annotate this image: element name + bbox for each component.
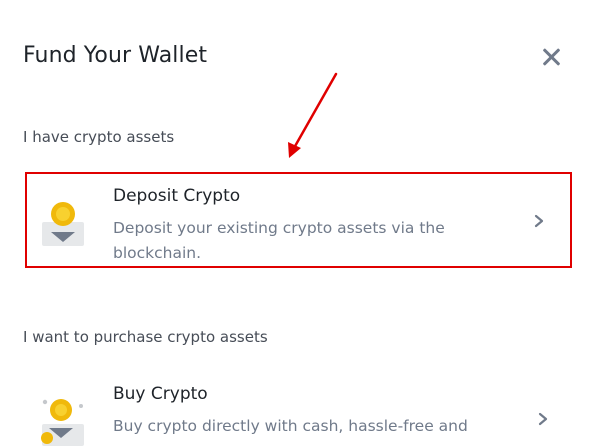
- chevron-right-icon: [538, 412, 548, 426]
- close-icon[interactable]: [540, 46, 562, 68]
- section-label-have-crypto: I have crypto assets: [23, 128, 175, 146]
- deposit-crypto-description: Deposit your existing crypto assets via …: [113, 219, 445, 262]
- deposit-crypto-option[interactable]: Deposit Crypto Deposit your existing cry…: [25, 172, 572, 268]
- buy-crypto-option[interactable]: Buy Crypto Buy crypto directly with cash…: [25, 372, 572, 448]
- dialog-title: Fund Your Wallet: [23, 43, 208, 68]
- deposit-crypto-title: Deposit Crypto: [113, 186, 241, 206]
- buy-crypto-title: Buy Crypto: [113, 384, 208, 404]
- buy-coin-icon: [41, 399, 84, 446]
- section-label-purchase-crypto: I want to purchase crypto assets: [23, 328, 268, 346]
- buy-crypto-description: Buy crypto directly with cash, hassle-fr…: [113, 417, 468, 435]
- chevron-right-icon: [534, 214, 544, 228]
- deposit-coin-icon: [42, 202, 84, 246]
